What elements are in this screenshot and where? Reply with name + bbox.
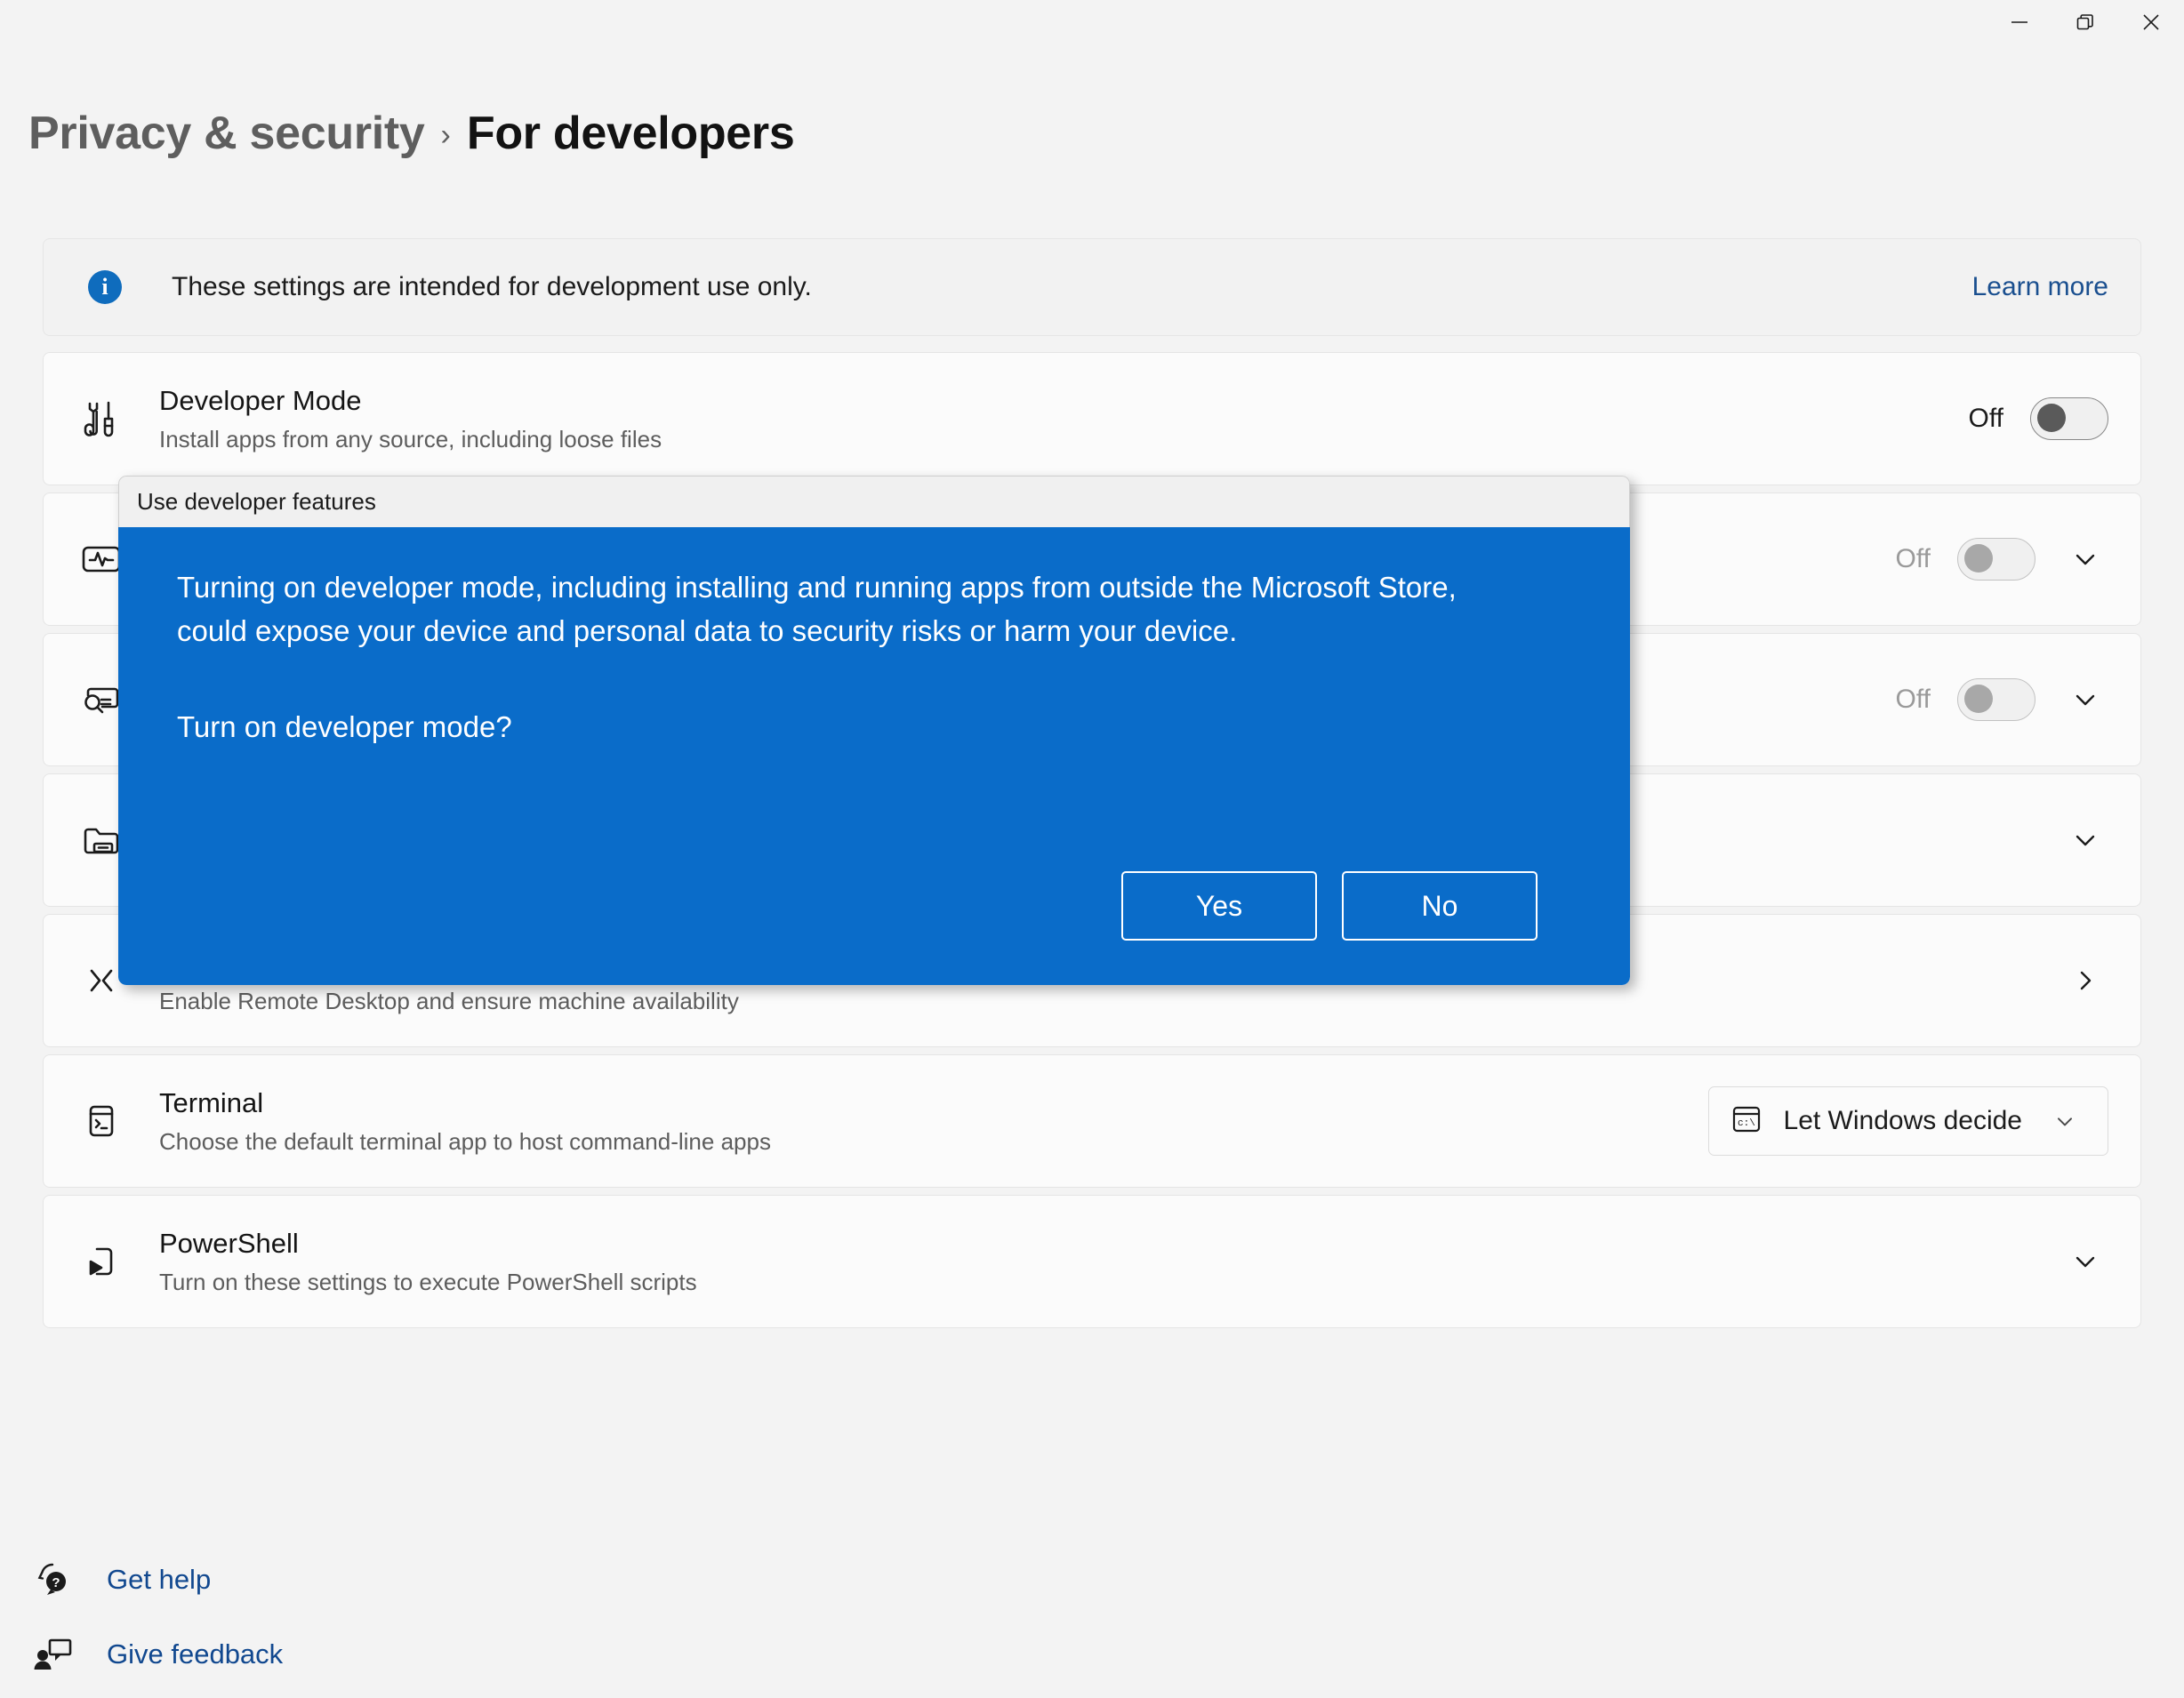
powershell-icon (44, 1237, 159, 1286)
give-feedback-link[interactable]: Give feedback (30, 1617, 283, 1692)
window-titlebar (0, 0, 2184, 64)
setting-title: Terminal (159, 1086, 264, 1118)
dialog-body: Turning on developer mode, including ins… (118, 527, 1630, 985)
terminal-icon (44, 1097, 159, 1145)
setting-controls (2062, 1246, 2108, 1277)
give-feedback-label: Give feedback (107, 1638, 284, 1670)
dialog-yes-button[interactable]: Yes (1121, 871, 1317, 941)
setting-row-powershell[interactable]: PowerShell Turn on these settings to exe… (44, 1196, 2140, 1327)
get-help-label: Get help (107, 1564, 212, 1595)
setting-description: Install apps from any source, including … (159, 425, 662, 453)
toggle-state-label: Off (1895, 544, 1931, 573)
feedback-person-icon (30, 1634, 76, 1675)
dropdown-selected-label: Let Windows decide (1783, 1106, 2022, 1135)
info-icon: i (88, 270, 122, 304)
info-banner: i These settings are intended for develo… (43, 238, 2141, 336)
breadcrumb: Privacy & security › For developers (28, 107, 795, 160)
setting-row-developer-mode[interactable]: Developer Mode Install apps from any sou… (44, 353, 2140, 485)
info-banner-text: These settings are intended for developm… (172, 272, 812, 301)
toggle-knob (1964, 544, 1993, 573)
setting-description: Turn on these settings to execute PowerS… (159, 1268, 697, 1295)
svg-text:?: ? (52, 1575, 60, 1590)
dialog-title: Use developer features (118, 476, 1630, 527)
setting-texts: Developer Mode Install apps from any sou… (159, 384, 1947, 453)
setting-texts: Terminal Choose the default terminal app… (159, 1086, 1687, 1156)
dialog-message: Turning on developer mode, including ins… (177, 571, 1457, 647)
setting-description: Choose the default terminal app to host … (159, 1127, 771, 1155)
toggle-state-label: Off (1968, 404, 2003, 433)
console-cmd-icon: c:\ (1729, 1101, 1764, 1141)
setting-controls: Off (1896, 538, 2108, 581)
setting-controls: Off (1969, 397, 2108, 440)
close-icon (2140, 11, 2163, 34)
restore-icon (2074, 11, 2097, 34)
card-terminal: Terminal Choose the default terminal app… (43, 1054, 2141, 1188)
setting-title: Developer Mode (159, 384, 362, 416)
dialog-no-button[interactable]: No (1342, 871, 1538, 941)
setting-title: PowerShell (159, 1227, 299, 1259)
card-powershell: PowerShell Turn on these settings to exe… (43, 1195, 2141, 1328)
svg-text:c:\: c:\ (1738, 1118, 1755, 1129)
breadcrumb-separator-icon: › (440, 118, 451, 152)
setting-controls: Off (1896, 678, 2108, 721)
chevron-down-icon[interactable] (2062, 1246, 2108, 1277)
setting-controls (2062, 825, 2108, 855)
default-terminal-dropdown[interactable]: c:\ Let Windows decide (1707, 1086, 2108, 1156)
chevron-right-icon[interactable] (2062, 965, 2108, 996)
chevron-down-icon[interactable] (2062, 685, 2108, 715)
developer-mode-toggle[interactable] (2030, 397, 2108, 440)
toggle-knob (1964, 685, 1993, 713)
tools-icon (44, 395, 159, 443)
minimize-icon (2008, 11, 2031, 34)
minimize-button[interactable] (1987, 0, 2052, 44)
footer-links: ? Get help Give feedback (30, 1542, 283, 1692)
chevron-down-icon[interactable] (2042, 1108, 2088, 1134)
toggle-knob (2037, 404, 2066, 432)
restore-button[interactable] (2052, 0, 2118, 44)
card-developer-mode: Developer Mode Install apps from any sou… (43, 352, 2141, 485)
setting-controls (2062, 965, 2108, 996)
developer-features-dialog: Use developer features Turning on develo… (118, 476, 1630, 985)
setting-texts: PowerShell Turn on these settings to exe… (159, 1227, 2041, 1296)
chevron-down-icon[interactable] (2062, 544, 2108, 574)
setting-controls: c:\ Let Windows decide (1707, 1086, 2108, 1156)
device-discovery-toggle[interactable] (1957, 678, 2035, 721)
get-help-link[interactable]: ? Get help (30, 1542, 283, 1617)
setting-description: Enable Remote Desktop and ensure machine… (159, 987, 739, 1014)
breadcrumb-parent-link[interactable]: Privacy & security (28, 107, 425, 160)
chevron-down-icon[interactable] (2062, 825, 2108, 855)
page-title: For developers (466, 108, 795, 159)
toggle-state-label: Off (1895, 685, 1931, 714)
setting-row-terminal[interactable]: Terminal Choose the default terminal app… (44, 1055, 2140, 1187)
help-question-icon: ? (30, 1559, 76, 1600)
close-button[interactable] (2118, 0, 2184, 44)
dialog-actions: Yes No (177, 871, 1571, 949)
device-portal-toggle[interactable] (1957, 538, 2035, 581)
learn-more-link[interactable]: Learn more (1972, 272, 2108, 302)
dialog-question: Turn on developer mode? (177, 709, 512, 743)
